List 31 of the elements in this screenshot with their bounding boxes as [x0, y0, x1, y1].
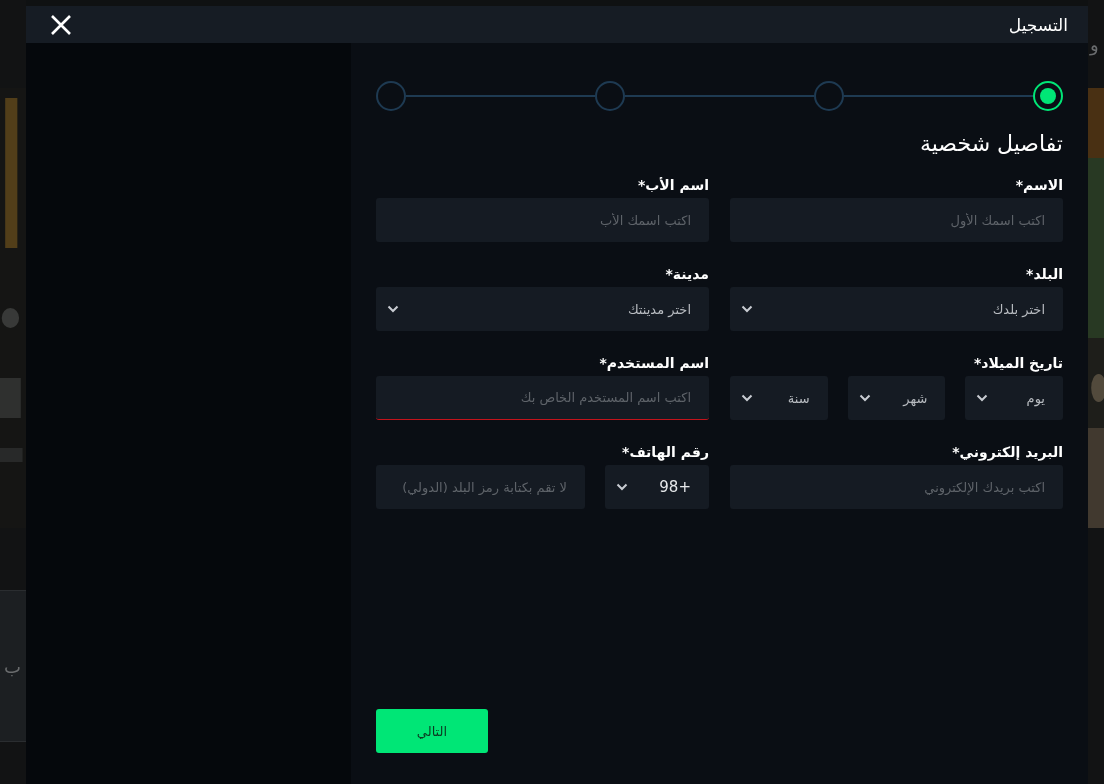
field-label: اسم الأب*	[636, 177, 709, 195]
dialog-title: التسجيل	[1008, 14, 1068, 35]
field-label: البريد إلكتروني*	[951, 444, 1063, 463]
field-label: اسم المستخدم*	[598, 355, 709, 373]
field-label: البلد*	[1025, 266, 1063, 284]
text-field[interactable]: اكتب بريدك الإلكتروني	[730, 465, 1063, 509]
field-label: مدينة*	[664, 266, 709, 284]
chevron-down-icon	[387, 305, 399, 313]
select-field[interactable]: يوم	[965, 376, 1063, 420]
country-code-select[interactable]: +98	[605, 465, 709, 509]
text-field[interactable]: اكتب اسم المستخدم الخاص بك	[376, 376, 709, 420]
next-button[interactable]: التالي	[376, 709, 488, 753]
phone-field[interactable]: لا تقم بكتابة رمز البلد (الدولي)	[376, 465, 585, 509]
section-title: تفاصيل شخصية	[918, 131, 1063, 158]
text-field[interactable]: اكتب اسمك الأب	[376, 198, 709, 242]
field-label: تاريخ الميلاد*	[972, 355, 1063, 374]
select-field[interactable]: سنة	[730, 376, 828, 420]
chevron-down-icon	[741, 394, 753, 402]
select-field[interactable]: اختر مدينتك	[376, 287, 709, 331]
text-field[interactable]: اكتب اسمك الأول	[730, 198, 1063, 242]
chevron-down-icon	[858, 394, 871, 402]
select-field[interactable]: اختر بلدك	[730, 287, 1063, 331]
chevron-down-icon	[616, 483, 628, 491]
background-text: ب	[4, 655, 21, 677]
field-label: رقم الهاتف*	[621, 444, 709, 463]
chevron-down-icon	[741, 305, 753, 313]
field-label: الاسم*	[1014, 177, 1063, 195]
close-icon[interactable]	[50, 13, 72, 36]
chevron-down-icon	[976, 394, 989, 402]
background-text: و	[1090, 34, 1099, 55]
select-field[interactable]: شهر	[847, 376, 946, 420]
